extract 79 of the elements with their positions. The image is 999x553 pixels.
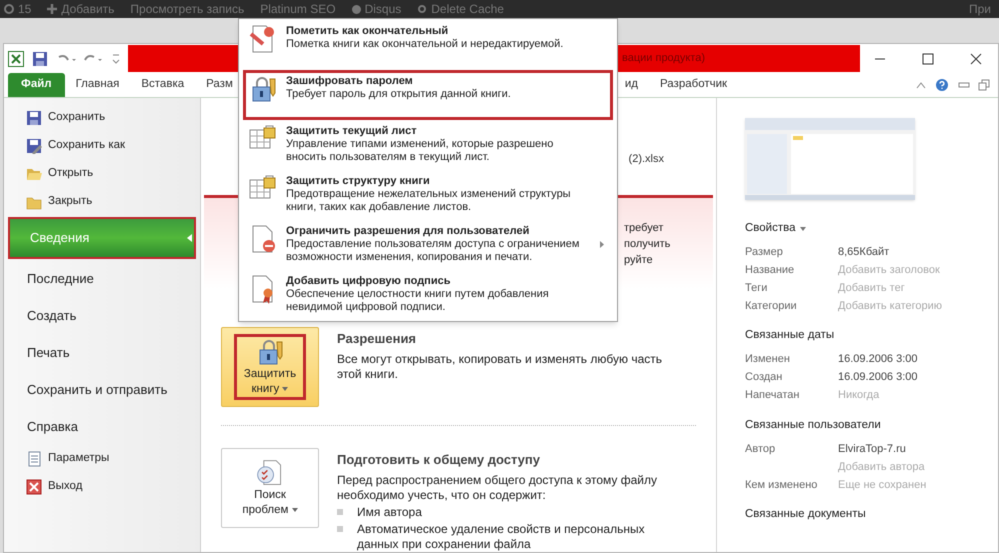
backstage-nav-item[interactable]: Сохранить и отправить [4,371,200,408]
section-heading: Разрешения [337,330,418,348]
floppy-pencil-icon [26,138,42,154]
menu-item[interactable]: Зашифровать паролем Требует пароль для открытия данной книги. [243,70,613,120]
backstage-nav-item[interactable]: Сохранить как [4,132,200,160]
section-button[interactable]: Защитить книгу [221,327,319,407]
property-label: Создан [745,371,782,384]
ribbon-tab[interactable]: ид [614,73,649,97]
customize-caret-icon[interactable] [112,52,120,64]
restore-icon[interactable] [978,79,990,91]
bullet-text: Автоматическое удаление свойств и персональных данных при сохранении файла [357,522,646,552]
submenu-arrow-icon [600,241,604,248]
bullet-icon [337,508,343,514]
button-annotation: Поиск проблем [234,455,306,521]
help-icon[interactable] [934,77,950,93]
section-description: Все могут открывать, копировать и изменять любую часть этой книги. [337,352,663,382]
close-icon[interactable] [970,52,982,64]
group-title: Связанные документы [745,506,867,522]
backstage-nav-item[interactable]: Закрыть [4,188,200,216]
menu-item[interactable]: Ограничить разрешения для пользователей Предоставление пользователям доступа с ограничением возможности изменения, копирования и печати. [243,220,613,270]
property-label: Категории [745,300,797,312]
property-value: Добавить автора [838,460,925,474]
bullet-text: Имя автора [357,504,422,520]
section-button[interactable]: Поиск проблем [221,448,319,528]
caret-icon [292,508,298,512]
property-label: Изменен [745,353,790,366]
property-value: Добавить тег [838,281,905,296]
caret-icon [282,386,288,391]
property-label: Теги [745,282,768,294]
caret-icon [800,226,806,231]
property-value: Никогда [838,388,880,404]
warning-text: требует [624,221,664,235]
maximize-icon[interactable] [922,52,934,64]
property-value: 16.09.2006 3:00 [838,370,918,386]
backstage-nav-item[interactable]: Выход [4,473,200,501]
spreadsheet-logo-icon [8,50,24,66]
ribbon-tab[interactable]: Файл [8,73,65,97]
backstage-nav-item[interactable]: Печать [4,334,200,371]
backstage-nav-item[interactable]: Создать [4,297,200,334]
property-value: Добавить заголовок [838,263,940,278]
group-title: Связанные даты [745,328,836,344]
property-label: Название [745,264,794,276]
group-title[interactable]: Свойства [745,220,998,238]
property-value: 8,65Кбайт [838,245,890,260]
property-label: Напечатан [745,389,800,402]
collapse-ribbon-icon[interactable] [916,81,926,89]
dot-icon [352,4,361,14]
menu-item[interactable]: Защитить текущий лист Управление типами изменений, которые разрешено вносить пользователям в текущий лист. [243,120,613,170]
property-label: Кем изменено [745,478,818,490]
property-label: Автор [745,442,776,454]
ribbon-tab[interactable]: Разработчик [649,73,738,97]
file-name: (2).xlsx [628,152,664,167]
pointer-icon [187,234,192,242]
ribbon-tab[interactable]: Разм [195,73,244,97]
menu-item[interactable]: Добавить цифровую подпись Обеспечение целостности книги путем добавления невидимой цифровой подписи. [243,270,613,320]
warning-text: руйте [624,253,653,267]
property-value: Добавить категорию [838,299,942,314]
property-value: ElviraTop-7.ru [838,442,906,456]
document-icon [26,451,42,467]
open-folder-icon [26,166,42,182]
section-heading: Подготовить к общему доступу [337,451,541,469]
backstage-nav-item[interactable]: Параметры [4,445,200,473]
button-annotation: Защитить книгу [234,334,306,400]
property-value: 16.09.2006 3:00 [838,352,918,368]
menu-item[interactable]: Защитить структуру книги Предотвращение нежелательных изменений структуры книги, таких как добавление листов. [243,170,613,220]
ribbon-tab[interactable]: Вставка [130,73,196,97]
property-value: Еще не сохранен [838,478,926,492]
backstage-nav-item[interactable]: Справка [4,408,200,445]
section-description: Перед распространением общего доступа к этому файлу необходимо учесть, что он содержит: [337,472,658,502]
bullet-icon [337,526,343,532]
warning-text: получить [624,237,670,251]
backstage-nav-item[interactable]: Открыть [4,160,200,188]
backstage-nav-item[interactable]: Последние [4,260,200,297]
backstage-nav-item[interactable]: Сохранить [4,104,200,132]
ribbon-tab[interactable]: Главная [64,73,130,97]
plus-icon [47,4,58,14]
property-label: Размер [745,246,783,258]
close-icon [26,479,42,495]
group-title: Связанные пользователи [745,418,882,432]
